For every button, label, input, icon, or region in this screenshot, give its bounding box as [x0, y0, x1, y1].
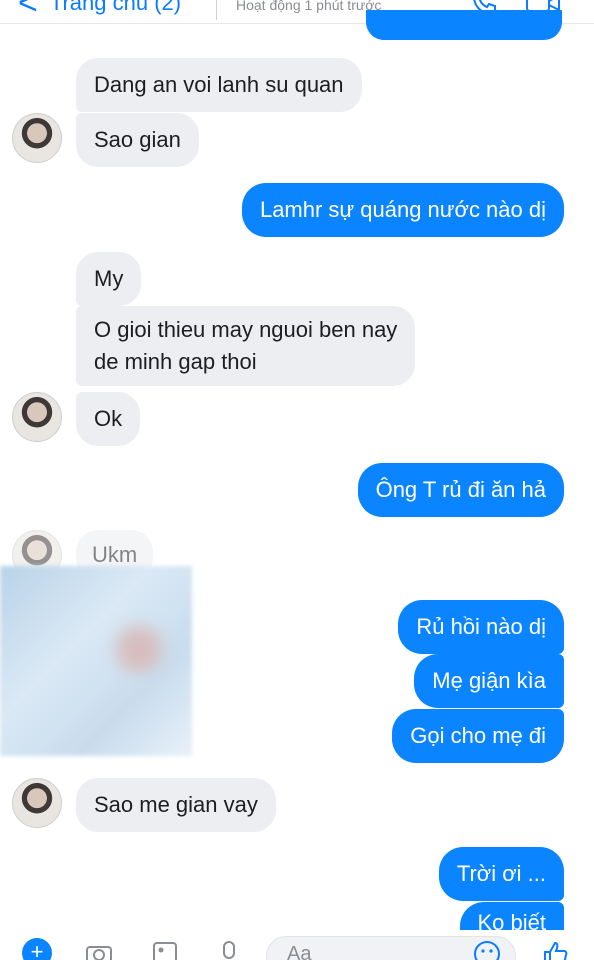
- message-bubble-incoming[interactable]: Sao me gian vay: [76, 778, 276, 832]
- plus-icon[interactable]: +: [22, 938, 52, 960]
- image-icon[interactable]: [150, 938, 180, 960]
- contact-avatar: [12, 113, 62, 163]
- message-input-placeholder: Aa: [287, 943, 312, 960]
- contact-avatar: [12, 778, 62, 828]
- blurred-region: [116, 626, 162, 672]
- message-line: de minh gap thoi: [94, 349, 257, 374]
- message-bubble-outgoing[interactable]: Lamhr sự quáng nước nào dị: [241, 183, 564, 237]
- microphone-icon[interactable]: [214, 938, 244, 960]
- message-bubble-outgoing[interactable]: Trời ơi ...: [438, 847, 564, 901]
- like-icon[interactable]: [540, 938, 570, 960]
- message-line: O gioi thieu may nguoi ben nay: [94, 317, 398, 342]
- composer-toolbar: + Aa: [0, 930, 594, 960]
- back-button[interactable]: < Trang chủ (2): [0, 0, 181, 20]
- message-bubble-outgoing-cropped[interactable]: Ko biết: [459, 902, 564, 932]
- message-bubble-outgoing[interactable]: Gọi cho mẹ đi: [392, 709, 564, 763]
- camera-icon[interactable]: [84, 938, 114, 960]
- message-bubble-incoming[interactable]: Sao gian: [76, 113, 199, 167]
- blurred-region: [0, 566, 192, 756]
- back-label[interactable]: Trang chủ (2): [50, 0, 181, 20]
- message-bubble-incoming[interactable]: My: [76, 252, 142, 306]
- header-divider: [216, 0, 217, 20]
- contact-avatar: [12, 392, 62, 442]
- message-bubble-outgoing[interactable]: Mẹ giận kìa: [414, 654, 564, 708]
- message-bubble-outgoing[interactable]: Ông T rủ đi ăn hả: [357, 463, 564, 517]
- emoji-icon[interactable]: [472, 938, 502, 960]
- message-bubble-outgoing-cropped[interactable]: [366, 10, 562, 40]
- message-bubble-incoming[interactable]: Dang an voi lanh su quan: [76, 58, 362, 112]
- back-arrow-icon[interactable]: <: [0, 0, 38, 20]
- message-bubble-incoming[interactable]: Ok: [76, 392, 141, 446]
- active-status: Hoạt động 1 phút trước: [236, 0, 382, 13]
- message-bubble-outgoing[interactable]: Rủ hồi nào dị: [398, 600, 564, 654]
- message-bubble-incoming-multiline[interactable]: O gioi thieu may nguoi ben nay de minh g…: [76, 306, 416, 386]
